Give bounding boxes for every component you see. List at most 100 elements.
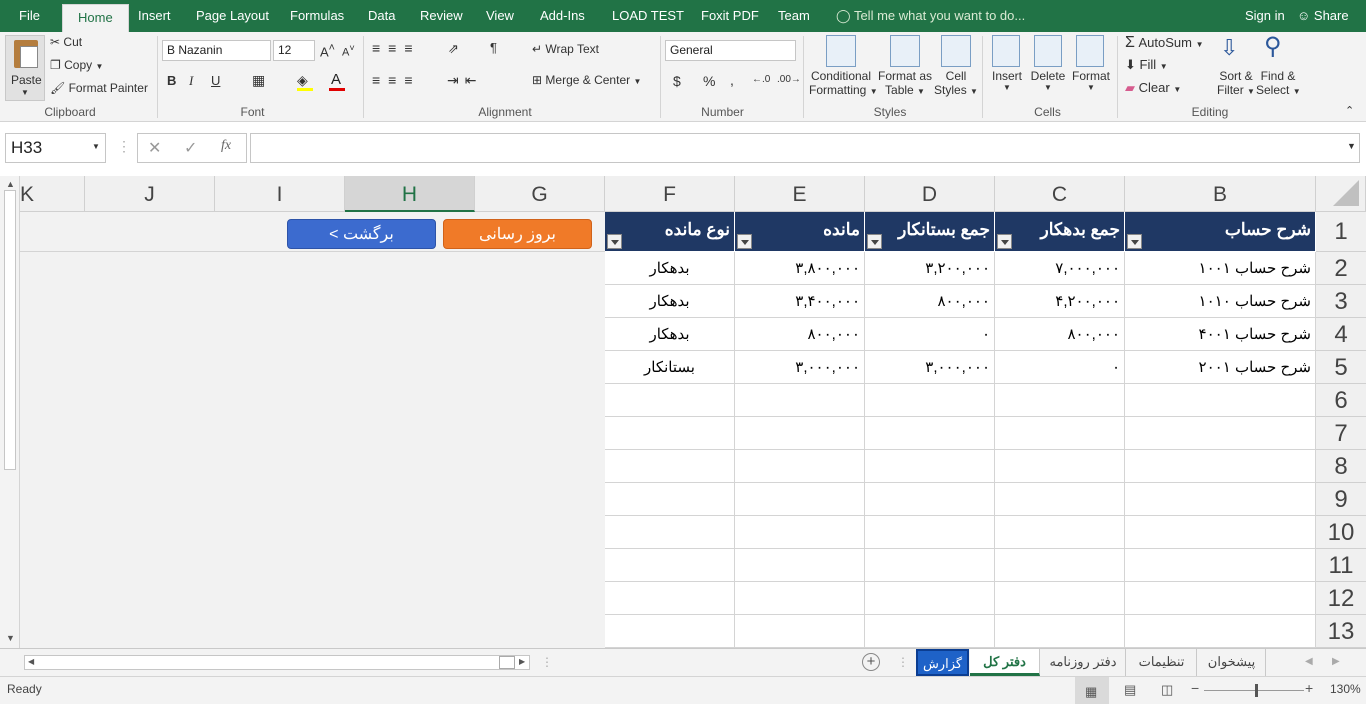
font-color-icon[interactable]: A <box>331 71 341 88</box>
decrease-decimal-icon[interactable]: .00→ <box>777 74 801 85</box>
conditional-formatting-button[interactable]: Conditional Formatting ▼ <box>809 69 878 97</box>
font-name-select[interactable]: B Nazanin <box>162 40 271 61</box>
col-header-b[interactable]: B <box>1125 176 1316 212</box>
cancel-icon[interactable]: ✕ <box>148 138 161 158</box>
cell-debit[interactable]: ۴,۲۰۰,۰۰۰ <box>995 285 1125 318</box>
tab-page-layout[interactable]: Page Layout <box>196 0 269 32</box>
tab-formulas[interactable]: Formulas <box>290 0 344 32</box>
row-header-7[interactable]: 7 <box>1316 417 1366 450</box>
autosum-button[interactable]: Σ AutoSum ▼ <box>1125 34 1204 52</box>
sheet-tab-journal[interactable]: دفتر روزنامه <box>1041 649 1126 676</box>
cell-balance-type[interactable]: بدهکار <box>605 252 735 285</box>
text-direction-icon[interactable]: ¶ <box>490 40 497 55</box>
cell-balance-type[interactable]: بدهکار <box>605 285 735 318</box>
scroll-down-icon[interactable]: ▼ <box>6 633 15 643</box>
format-button[interactable]: Format ▼ <box>1069 69 1113 92</box>
comma-button[interactable]: , <box>730 72 734 88</box>
row-header-13[interactable]: 13 <box>1316 615 1366 648</box>
back-button[interactable]: برگشت > <box>287 219 436 249</box>
filter-dropdown-icon[interactable] <box>997 234 1012 249</box>
scroll-thumb[interactable] <box>4 190 16 470</box>
percent-button[interactable]: % <box>703 73 715 89</box>
tab-file[interactable]: File <box>19 0 40 32</box>
sheet-tab-settings[interactable]: تنظیمات <box>1127 649 1197 676</box>
cell-account-desc[interactable]: شرح حساب ۱۰۰۱ <box>1125 252 1316 285</box>
row-header-8[interactable]: 8 <box>1316 450 1366 483</box>
orientation-icon[interactable]: ⇗ <box>448 41 459 57</box>
row-header-12[interactable]: 12 <box>1316 582 1366 615</box>
sheet-tab-general-ledger[interactable]: دفتر کل <box>970 649 1040 676</box>
scroll-up-icon[interactable]: ▲ <box>6 179 15 189</box>
increase-font-icon[interactable]: A˄ <box>320 42 335 59</box>
zoom-slider-handle[interactable] <box>1255 684 1258 697</box>
sign-in-link[interactable]: Sign in <box>1245 0 1285 32</box>
zoom-slider[interactable] <box>1204 690 1304 691</box>
horizontal-align-icons[interactable]: ≡≡≡ <box>372 72 421 88</box>
row-header-1[interactable]: 1 <box>1316 212 1366 252</box>
merge-center-button[interactable]: ⊞ Merge & Center ▼ <box>532 73 641 87</box>
row-header-6[interactable]: 6 <box>1316 384 1366 417</box>
table-header-credit-total[interactable]: جمع بستانکار <box>865 212 995 251</box>
col-header-k[interactable]: K <box>20 176 85 212</box>
cell-credit[interactable]: ۳,۰۰۰,۰۰۰ <box>865 351 995 384</box>
col-header-e[interactable]: E <box>735 176 865 212</box>
name-box[interactable]: H33 <box>5 133 106 163</box>
tab-team[interactable]: Team <box>778 0 810 32</box>
row-header-5[interactable]: 5 <box>1316 351 1366 384</box>
delete-button[interactable]: Delete ▼ <box>1029 69 1067 92</box>
tab-add-ins[interactable]: Add-Ins <box>540 0 585 32</box>
table-header-account-desc[interactable]: شرح حساب <box>1125 212 1316 251</box>
table-header-debit-total[interactable]: جمع بدهکار <box>995 212 1125 251</box>
cell-account-desc[interactable]: شرح حساب ۱۰۱۰ <box>1125 285 1316 318</box>
tab-foxit-pdf[interactable]: Foxit PDF <box>701 0 759 32</box>
cell-account-desc[interactable]: شرح حساب ۲۰۰۱ <box>1125 351 1316 384</box>
cell-balance-type[interactable]: بستانکار <box>605 351 735 384</box>
sort-filter-button[interactable]: Sort & Filter ▼ <box>1214 69 1258 97</box>
cell-balance-type[interactable]: بدهکار <box>605 318 735 351</box>
share-button[interactable]: ☺ Share <box>1297 0 1349 32</box>
page-layout-view-icon[interactable]: ▤ <box>1124 682 1136 698</box>
scroll-thumb[interactable] <box>499 656 515 669</box>
zoom-level[interactable]: 130% <box>1330 682 1361 696</box>
zoom-in-icon[interactable]: + <box>1305 680 1313 696</box>
format-as-table-button[interactable]: Format as Table ▼ <box>876 69 934 97</box>
col-header-j[interactable]: J <box>85 176 215 212</box>
tab-view[interactable]: View <box>486 0 514 32</box>
prev-sheet-icon[interactable]: ◀ <box>1305 656 1313 667</box>
underline-button[interactable]: U <box>211 73 220 88</box>
currency-button[interactable]: $ <box>673 73 681 89</box>
cell-balance[interactable]: ۳,۸۰۰,۰۰۰ <box>735 252 865 285</box>
add-sheet-icon[interactable]: + <box>862 653 880 671</box>
col-header-h[interactable]: H <box>345 176 475 212</box>
paste-button[interactable]: Paste ▼ <box>5 35 45 101</box>
cell-balance[interactable]: ۸۰۰,۰۰۰ <box>735 318 865 351</box>
fill-button[interactable]: ⬇ Fill ▼ <box>1125 57 1168 73</box>
filter-dropdown-icon[interactable] <box>737 234 752 249</box>
row-header-2[interactable]: 2 <box>1316 252 1366 285</box>
table-header-balance-type[interactable]: نوع مانده <box>605 212 735 251</box>
col-header-i[interactable]: I <box>215 176 345 212</box>
increase-decimal-icon[interactable]: ←.0 <box>752 74 770 85</box>
number-format-select[interactable]: General <box>665 40 796 61</box>
bold-button[interactable]: B <box>167 73 176 88</box>
col-header-d[interactable]: D <box>865 176 995 212</box>
filter-dropdown-icon[interactable] <box>867 234 882 249</box>
expand-formula-icon[interactable]: ▼ <box>1347 141 1356 151</box>
function-icon[interactable]: fx <box>221 138 231 154</box>
fill-color-icon[interactable]: ◈ <box>297 72 308 89</box>
col-header-g[interactable]: G <box>475 176 605 212</box>
row-header-11[interactable]: 11 <box>1316 549 1366 582</box>
indent-icons[interactable]: ⇥⇤ <box>447 72 482 89</box>
cell-debit[interactable]: ۷,۰۰۰,۰۰۰ <box>995 252 1125 285</box>
sheet-tab-dashboard[interactable]: پیشخوان <box>1198 649 1266 676</box>
refresh-button[interactable]: بروز رسانی <box>443 219 592 249</box>
col-header-c[interactable]: C <box>995 176 1125 212</box>
chevron-down-icon[interactable]: ▼ <box>92 142 100 151</box>
row-header-10[interactable]: 10 <box>1316 516 1366 549</box>
horizontal-scrollbar[interactable]: ◀ ▶ <box>24 655 530 670</box>
filter-dropdown-icon[interactable] <box>607 234 622 249</box>
decrease-font-icon[interactable]: A˅ <box>342 43 355 59</box>
page-break-view-icon[interactable]: ◫ <box>1161 682 1173 698</box>
tab-data[interactable]: Data <box>368 0 395 32</box>
cell-credit[interactable]: ۸۰۰,۰۰۰ <box>865 285 995 318</box>
